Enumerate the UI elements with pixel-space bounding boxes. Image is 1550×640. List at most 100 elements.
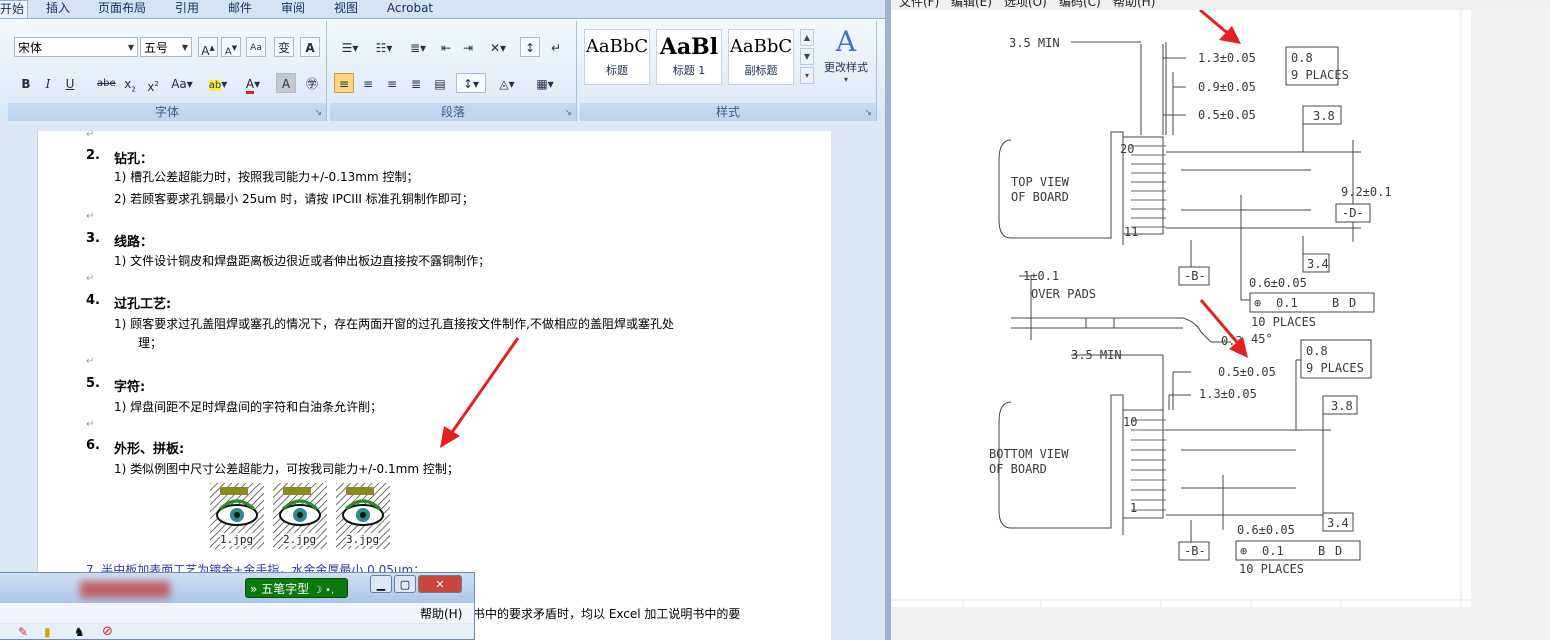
align-left-icon[interactable]: ≡ — [334, 73, 354, 93]
top-view-label-2: OF BOARD — [1011, 190, 1069, 204]
change-styles-button[interactable]: A 更改样式 ▾ — [818, 25, 874, 91]
overlapping-window: » 五笔字型 ☽ •, ▁ ▢ ✕ 帮助(H) ✎ ▮ ♞ ⊘ — [0, 572, 475, 640]
ime-status-bar[interactable]: » 五笔字型 ☽ •, — [245, 578, 348, 598]
dim-side-thick: 1±0.1 — [1023, 269, 1059, 283]
tab-acrobat[interactable]: Acrobat — [380, 0, 440, 18]
file-name: 3.jpg — [346, 533, 380, 546]
minimize-icon[interactable]: ▁ — [370, 575, 392, 593]
change-case-icon[interactable]: Aa▾ — [168, 73, 196, 93]
tab-review[interactable]: 审阅 — [273, 0, 313, 18]
style-title[interactable]: AaBbC 标题 — [584, 29, 650, 85]
ime-marks: ☽ •, — [313, 585, 335, 596]
ribbon-tabs: 开始 插入 页面布局 引用 邮件 审阅 视图 Acrobat — [0, 0, 885, 19]
sort-icon[interactable]: ↕ — [520, 37, 540, 57]
align-right-icon[interactable]: ≡ — [382, 73, 402, 93]
tol-top-places: 10 PLACES — [1251, 315, 1316, 329]
enclose-char-icon[interactable]: ㊫ — [302, 73, 322, 93]
highlight-icon[interactable]: ab▾ — [203, 73, 233, 93]
dim-top-d1: 1.3±0.05 — [1198, 51, 1256, 65]
maximize-icon[interactable]: ▢ — [394, 575, 416, 593]
styles-scroll-up[interactable]: ▲ — [800, 29, 814, 46]
distributed-icon[interactable]: ▤ — [430, 73, 450, 93]
user-icon[interactable]: ♞ — [74, 625, 85, 639]
menu-encoding[interactable]: 编码(C) — [1059, 0, 1101, 10]
show-marks-icon[interactable]: ↵ — [546, 37, 566, 57]
style-heading-1[interactable]: AaBl 标题 1 — [656, 29, 722, 85]
chevron-down-icon[interactable]: ▼ — [128, 38, 134, 58]
section-heading: 字符: — [114, 380, 146, 395]
superscript-icon[interactable]: x2 — [143, 73, 163, 94]
font-size-value: 五号 — [144, 41, 169, 55]
tab-mailings[interactable]: 邮件 — [220, 0, 260, 18]
bullets-icon[interactable]: ☰▾ — [334, 37, 366, 57]
tab-home[interactable]: 开始 — [0, 0, 28, 19]
numbering-icon[interactable]: ☷▾ — [368, 37, 400, 57]
menu-edit[interactable]: 编辑(E) — [951, 0, 992, 10]
section-number: 6. — [86, 438, 100, 453]
subscript-icon[interactable]: x2 — [120, 73, 140, 93]
ribbon: 宋体 ▼ 五号 ▼ A▲ A▼ Aa 变 A B I U abe x2 x2 Aa▾… — [0, 18, 885, 126]
shading-icon[interactable]: ◬▾ — [490, 73, 524, 93]
dialog-launcher-icon[interactable]: ↘ — [864, 108, 872, 118]
pin-11: 11 — [1124, 225, 1138, 239]
chevron-down-icon[interactable]: ▼ — [182, 38, 188, 58]
align-center-icon[interactable]: ≡ — [358, 73, 378, 93]
dim-side-over: OVER PADS — [1031, 287, 1096, 301]
strikethrough-icon[interactable]: abe — [96, 73, 116, 93]
menu-file[interactable]: 文件(F) — [899, 0, 939, 10]
increase-indent-icon[interactable]: ⇥ — [458, 37, 478, 57]
font-name-value: 宋体 — [18, 41, 43, 55]
dim-top-38: 3.8 — [1313, 109, 1335, 123]
section-number: 5. — [86, 376, 100, 391]
tab-references[interactable]: 引用 — [167, 0, 207, 18]
dialog-launcher-icon[interactable]: ↘ — [564, 108, 572, 118]
font-name-combo[interactable]: 宋体 ▼ — [14, 37, 138, 57]
font-color-icon[interactable]: A▾ — [238, 73, 268, 94]
datum-d: -D- — [1342, 206, 1364, 220]
char-border-icon[interactable]: A — [300, 37, 320, 57]
justify-icon[interactable]: ≣ — [406, 73, 426, 93]
list-item-continuation: 理； — [138, 336, 163, 350]
clear-format-icon[interactable]: Aa — [246, 37, 266, 57]
grow-font-icon[interactable]: A▲ — [198, 37, 218, 58]
tab-insert[interactable]: 插入 — [38, 0, 78, 18]
section-heading: 钻孔： — [114, 152, 154, 167]
phonetic-guide-icon[interactable]: 变 — [274, 37, 294, 57]
tab-page-layout[interactable]: 页面布局 — [90, 0, 154, 18]
styles-scroll-down[interactable]: ▼ — [800, 48, 814, 65]
italic-icon[interactable]: I — [38, 73, 58, 93]
redacted-title — [80, 581, 170, 598]
ime-toggle-icon[interactable]: » — [250, 582, 257, 596]
dim-bot-38: 3.8 — [1331, 399, 1353, 413]
menu-help[interactable]: 帮助(H) — [1113, 0, 1155, 10]
tol-bot-value: 0.1 — [1262, 544, 1284, 558]
dim-top-34: 3.4 — [1307, 257, 1329, 271]
menu-options[interactable]: 选项(O) — [1004, 0, 1047, 10]
edit-icon[interactable]: ✎ — [18, 625, 28, 639]
dim-bot-pad: 0.6±0.05 — [1237, 523, 1295, 537]
dim-bot-min: 3.5 MIN — [1071, 348, 1122, 362]
list-item: 1) 焊盘间距不足时焊盘间的字符和白油条允许削； — [114, 400, 383, 414]
borders-icon[interactable]: ▦▾ — [528, 73, 562, 93]
datum-b-bottom: -B- — [1184, 544, 1206, 558]
style-sample: AaBl — [659, 34, 719, 60]
stop-icon[interactable]: ⊘ — [102, 624, 113, 639]
char-shading-icon[interactable]: A — [276, 73, 296, 93]
bottom-view-label: BOTTOM VIEW — [989, 447, 1069, 461]
pin-20: 20 — [1120, 142, 1134, 156]
dialog-launcher-icon[interactable]: ↘ — [314, 108, 322, 118]
multilevel-list-icon[interactable]: ≣▾ — [402, 37, 434, 57]
underline-icon[interactable]: U — [60, 73, 80, 93]
shrink-font-icon[interactable]: A▼ — [221, 37, 241, 57]
decrease-indent-icon[interactable]: ⇤ — [436, 37, 456, 57]
style-subtitle[interactable]: AaBbC 副标题 — [728, 29, 794, 85]
menu-help[interactable]: 帮助(H) — [420, 605, 462, 622]
asian-layout-icon[interactable]: ✕▾ — [482, 37, 514, 57]
folder-icon[interactable]: ▮ — [44, 625, 51, 639]
tab-view[interactable]: 视图 — [326, 0, 366, 18]
line-spacing-icon[interactable]: ↕▾ — [456, 73, 486, 93]
font-size-combo[interactable]: 五号 ▼ — [140, 37, 192, 57]
close-icon[interactable]: ✕ — [418, 575, 462, 593]
styles-more[interactable]: ▾ — [800, 67, 814, 84]
bold-icon[interactable]: B — [16, 73, 36, 93]
